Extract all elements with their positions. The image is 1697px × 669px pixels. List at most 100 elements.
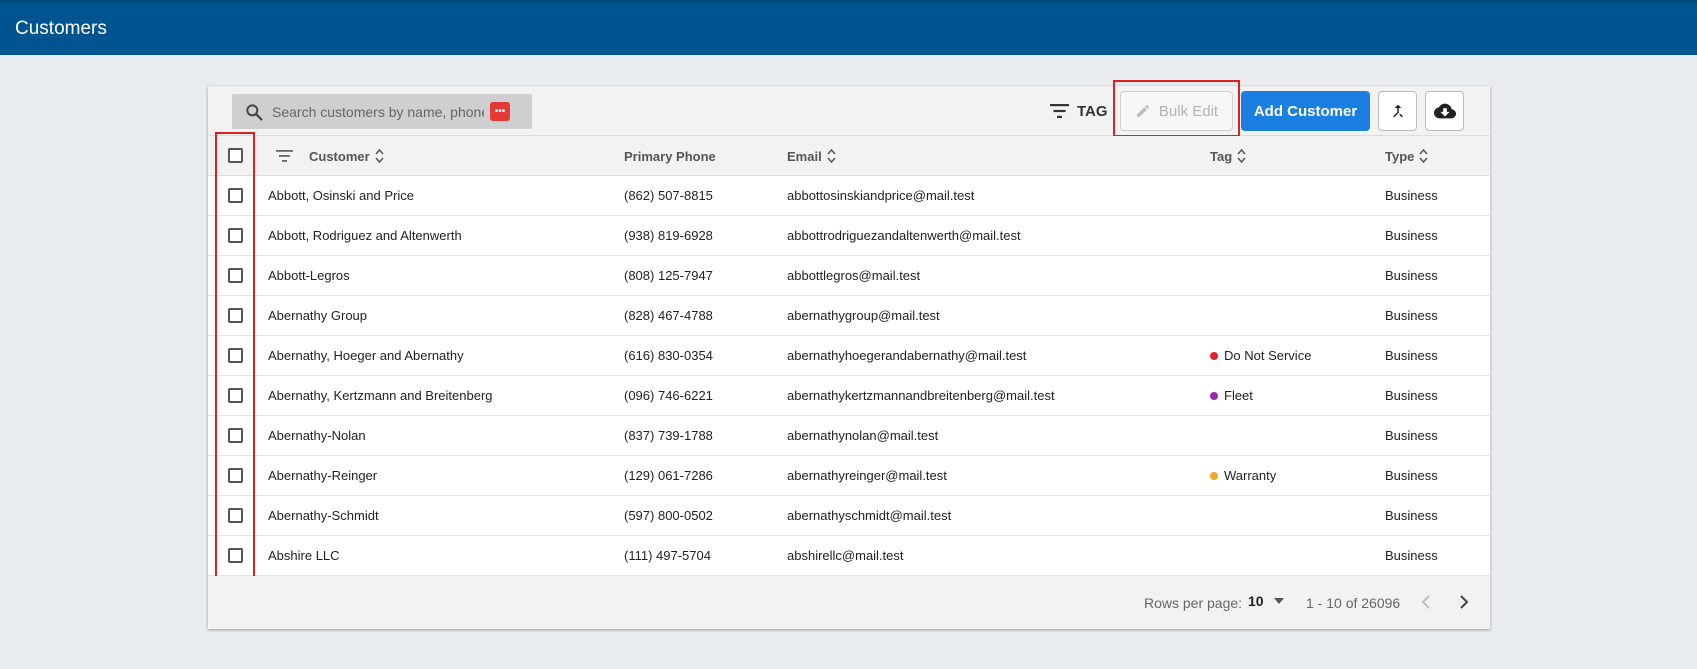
- phone-cell: (938) 819-6928: [624, 228, 713, 243]
- phone-cell: (808) 125-7947: [624, 268, 713, 283]
- filter-list-icon: [276, 150, 293, 162]
- download-button[interactable]: [1425, 91, 1464, 131]
- phone-header-label: Primary Phone: [624, 148, 716, 164]
- email-cell: abernathykertzmannandbreitenberg@mail.te…: [787, 388, 1055, 403]
- cloud-download-icon: [1433, 103, 1456, 119]
- email-column-header[interactable]: Email: [787, 136, 836, 176]
- type-cell: Business: [1385, 388, 1438, 403]
- tag-cell: Warranty: [1210, 456, 1276, 496]
- customer-column-filter[interactable]: [276, 136, 293, 176]
- customer-name-cell[interactable]: Abbott, Osinski and Price: [268, 176, 414, 216]
- phone-cell: (129) 061-7286: [624, 468, 713, 483]
- customer-name-cell[interactable]: Abshire LLC: [268, 536, 340, 576]
- password-manager-badge[interactable]: •••: [490, 102, 510, 121]
- dropdown-arrow-icon: [1273, 598, 1284, 604]
- sort-icon: [1237, 148, 1246, 164]
- customer-name-cell[interactable]: Abernathy-Reinger: [268, 456, 377, 496]
- row-checkbox[interactable]: [228, 268, 243, 283]
- search-icon: [246, 104, 263, 121]
- add-customer-button[interactable]: Add Customer: [1241, 91, 1370, 131]
- previous-page-button[interactable]: [1414, 590, 1438, 614]
- table-header: Customer Primary Phone Email Tag Type: [208, 136, 1490, 176]
- table-row[interactable]: Abshire LLC (111) 497-5704 abshirellc@mail…: [208, 536, 1490, 576]
- type-column-header[interactable]: Type: [1385, 136, 1428, 176]
- tag-label: Warranty: [1224, 468, 1277, 483]
- customer-name-cell[interactable]: Abernathy-Nolan: [268, 416, 366, 456]
- customers-table-card: ••• TAG Bulk Edit Add Customer: [208, 80, 1490, 629]
- row-checkbox[interactable]: [228, 548, 243, 563]
- page-title: Customers: [15, 18, 107, 39]
- row-checkbox[interactable]: [228, 188, 243, 203]
- email-cell: abernathyschmidt@mail.test: [787, 508, 952, 523]
- table-row[interactable]: Abernathy, Kertzmann and Breitenberg (096…: [208, 376, 1490, 416]
- customer-name-cell[interactable]: Abbott, Rodriguez and Altenwerth: [268, 216, 462, 256]
- next-page-button[interactable]: [1452, 590, 1476, 614]
- customer-name-cell[interactable]: Abernathy-Schmidt: [268, 496, 379, 536]
- phone-cell: (597) 800-0502: [624, 508, 713, 523]
- bulk-edit-label: Bulk Edit: [1158, 102, 1219, 120]
- table-row[interactable]: Abernathy, Hoeger and Abernathy (616) 830…: [208, 336, 1490, 376]
- customer-name-cell[interactable]: Abernathy, Kertzmann and Breitenberg: [268, 376, 493, 416]
- phone-column-header: Primary Phone: [624, 136, 716, 176]
- table-row[interactable]: Abernathy-Schmidt (597) 800-0502 abernathy…: [208, 496, 1490, 536]
- type-cell: Business: [1385, 548, 1438, 563]
- app-bar: Customers: [0, 0, 1697, 55]
- tag-filter-button[interactable]: TAG: [1050, 98, 1108, 124]
- customer-name-cell[interactable]: Abernathy Group: [268, 296, 367, 336]
- merge-button[interactable]: [1378, 91, 1417, 131]
- email-cell: abbottrodriguezandaltenwerth@mail.test: [787, 228, 1021, 243]
- row-checkbox[interactable]: [228, 228, 243, 243]
- tag-cell: Do Not Service: [1210, 336, 1311, 376]
- type-cell: Business: [1385, 308, 1438, 323]
- table-toolbar: ••• TAG Bulk Edit Add Customer: [208, 80, 1490, 137]
- tag-column-header[interactable]: Tag: [1210, 136, 1246, 176]
- type-cell: Business: [1385, 428, 1438, 443]
- email-cell: abernathyhoegerandabernathy@mail.test: [787, 348, 1027, 363]
- customer-header-label: Customer: [309, 148, 370, 164]
- customer-column-header[interactable]: Customer: [309, 136, 384, 176]
- phone-cell: (616) 830-0354: [624, 348, 713, 363]
- chevron-left-icon: [1421, 595, 1430, 609]
- email-cell: abbottosinskiandprice@mail.test: [787, 188, 975, 203]
- email-header-label: Email: [787, 148, 822, 164]
- tag-dot: [1210, 352, 1218, 360]
- tag-dot: [1210, 472, 1218, 480]
- rows-per-page-select[interactable]: 10: [1248, 593, 1284, 609]
- table-row[interactable]: Abbott, Rodriguez and Altenwerth (938) 81…: [208, 216, 1490, 256]
- row-checkbox[interactable]: [228, 388, 243, 403]
- row-checkbox[interactable]: [228, 308, 243, 323]
- row-checkbox[interactable]: [228, 428, 243, 443]
- select-all-checkbox[interactable]: [228, 148, 243, 163]
- phone-cell: (828) 467-4788: [624, 308, 713, 323]
- customer-name-cell[interactable]: Abbott-Legros: [268, 256, 350, 296]
- type-cell: Business: [1385, 228, 1438, 243]
- table-pagination: Rows per page: 10 1 - 10 of 26096: [208, 576, 1490, 629]
- rows-per-page-value: 10: [1248, 593, 1264, 609]
- customer-name-cell[interactable]: Abernathy, Hoeger and Abernathy: [268, 336, 464, 376]
- sort-icon: [1419, 148, 1428, 164]
- email-cell: abshirellc@mail.test: [787, 548, 904, 563]
- row-checkbox[interactable]: [228, 508, 243, 523]
- phone-cell: (096) 746-6221: [624, 388, 713, 403]
- table-row[interactable]: Abbott-Legros (808) 125-7947 abbottlegros@…: [208, 256, 1490, 296]
- row-checkbox[interactable]: [228, 468, 243, 483]
- pencil-icon: [1136, 104, 1149, 117]
- bulk-edit-button[interactable]: Bulk Edit: [1120, 91, 1233, 131]
- sort-icon: [375, 148, 384, 164]
- search-box: •••: [232, 94, 532, 129]
- tag-header-label: Tag: [1210, 148, 1233, 164]
- table-row[interactable]: Abernathy-Nolan (837) 739-1788 abernathyno…: [208, 416, 1490, 456]
- tag-filter-label: TAG: [1077, 102, 1108, 120]
- sort-icon: [827, 148, 836, 164]
- type-header-label: Type: [1385, 148, 1415, 164]
- table-row[interactable]: Abernathy Group (828) 467-4788 abernathygr…: [208, 296, 1490, 336]
- tag-label: Do Not Service: [1224, 348, 1312, 363]
- table-row[interactable]: Abbott, Osinski and Price (862) 507-8815 a…: [208, 176, 1490, 216]
- chevron-right-icon: [1460, 595, 1469, 609]
- email-cell: abernathynolan@mail.test: [787, 428, 939, 443]
- table-row[interactable]: Abernathy-Reinger (129) 061-7286 abernathy…: [208, 456, 1490, 496]
- row-checkbox[interactable]: [228, 348, 243, 363]
- search-input[interactable]: [272, 94, 484, 129]
- phone-cell: (111) 497-5704: [624, 548, 711, 563]
- type-cell: Business: [1385, 508, 1438, 523]
